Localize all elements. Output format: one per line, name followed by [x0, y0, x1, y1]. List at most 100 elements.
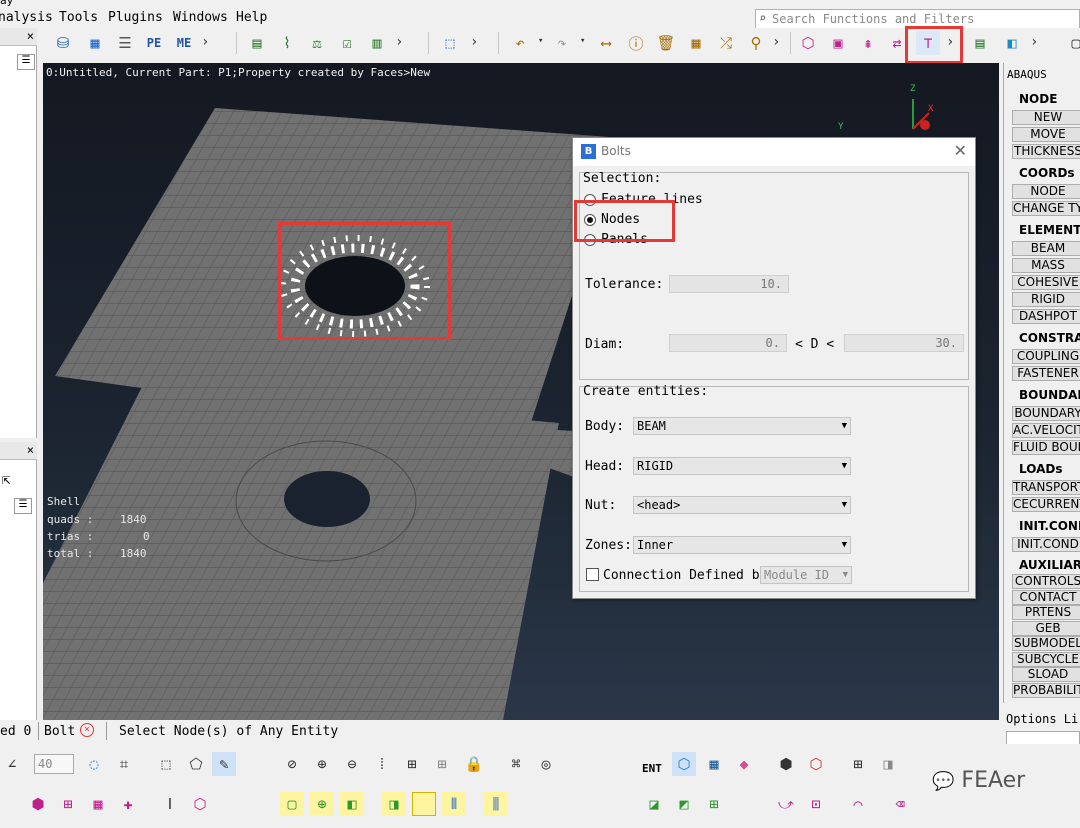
chevron-right-icon[interactable]: › [395, 34, 403, 50]
pink-curve-icon[interactable]: ⤻ [774, 792, 798, 816]
nut-select[interactable]: <head> ▼ [633, 496, 851, 514]
menu-help[interactable]: Help [236, 10, 267, 25]
menu-tools[interactable]: Tools [59, 10, 98, 25]
btn-subcycle[interactable]: SUBCYCLE [1012, 652, 1080, 667]
dialog-titlebar[interactable]: B Bolts ✕ [573, 138, 975, 166]
filter-icon[interactable]: ⁞ [370, 752, 394, 776]
btn-coords-change-type[interactable]: CHANGE TYPE [1012, 201, 1080, 216]
lock-icon[interactable]: 🔒 [462, 752, 486, 776]
hidden-line-icon[interactable]: ⬡ [804, 752, 828, 776]
btn-cecurrent[interactable]: CECURRENT [1012, 497, 1080, 512]
checklist-icon[interactable]: ☑ [335, 31, 359, 55]
diam-min-field[interactable]: 0. [669, 334, 787, 352]
yellow-bars-icon[interactable]: ⫼ [484, 792, 508, 816]
btn-coupling[interactable]: COUPLING [1012, 349, 1080, 364]
lasso-select-icon[interactable]: ⬠ [184, 752, 208, 776]
menu-plugins[interactable]: Plugins [108, 10, 163, 25]
close-icon[interactable]: × [27, 29, 34, 43]
btn-coords-node[interactable]: NODE [1012, 184, 1080, 199]
section-coords[interactable]: COORDs [1019, 166, 1075, 180]
chevron-right-icon[interactable]: › [201, 34, 209, 50]
section-constraints[interactable]: CONSTRAINTS [1019, 331, 1080, 345]
target-icon[interactable]: ◎ [534, 752, 558, 776]
list-icon[interactable]: ☰ [14, 498, 32, 514]
body-select[interactable]: BEAM ▼ [633, 417, 851, 435]
btn-boundary[interactable]: BOUNDARY [1012, 406, 1080, 421]
table-icon[interactable]: ▦ [684, 31, 708, 55]
pink-eraser-icon[interactable]: ⌫ [888, 792, 912, 816]
btn-beam[interactable]: BEAM [1012, 241, 1080, 256]
table-view-icon[interactable]: ⊞ [846, 752, 870, 776]
btn-dashpot[interactable]: DASHPOT [1012, 309, 1080, 324]
yellow-columns-icon[interactable]: ⫴ [442, 792, 466, 816]
frame-icon[interactable]: ▣ [826, 31, 850, 55]
chevron-right-icon[interactable]: › [772, 34, 780, 50]
undo-icon[interactable]: ↶ [508, 31, 532, 55]
cube-icon[interactable]: ⬡ [672, 752, 696, 776]
yellow-frame-icon[interactable]: ▢ [280, 792, 304, 816]
tolerance-field[interactable]: 10. [669, 275, 789, 293]
btn-ac-velocity[interactable]: AC.VELOCITY [1012, 423, 1080, 438]
plus-circle-icon[interactable]: ⊕ [310, 752, 334, 776]
pink-hexagon-icon[interactable]: ⬡ [188, 792, 212, 816]
btn-node-new[interactable]: NEW [1012, 110, 1080, 125]
menu-analysis[interactable]: nalysis [0, 10, 53, 25]
btn-submodel[interactable]: SUBMODEL [1012, 636, 1080, 651]
cursor-icon[interactable]: ⇱ [2, 472, 10, 488]
mesh-view-icon[interactable]: ▦ [702, 752, 726, 776]
btn-prtens[interactable]: PRTENS [1012, 605, 1080, 620]
btn-transport[interactable]: TRANSPORT [1012, 480, 1080, 495]
green-grid-icon[interactable]: ⊞ [702, 792, 726, 816]
btn-controls[interactable]: CONTROLS [1012, 574, 1080, 589]
solid-cube-icon[interactable]: ⬢ [26, 792, 50, 816]
ent-label[interactable]: ENT [642, 762, 662, 775]
list-icon[interactable]: ☰ [17, 54, 35, 70]
btn-node-move[interactable]: MOVE [1012, 127, 1080, 142]
yellow-cross-icon[interactable]: ⊕ [310, 792, 334, 816]
yellow-panel-icon[interactable]: ◧ [340, 792, 364, 816]
btn-rigid[interactable]: RIGID [1012, 292, 1080, 307]
close-icon[interactable]: × [27, 443, 34, 457]
redo-icon[interactable]: ↷ [550, 31, 574, 55]
pink-table-icon[interactable]: ▦ [86, 792, 110, 816]
transparency-icon[interactable]: ◨ [876, 752, 900, 776]
more-icon[interactable]: ▢ [1064, 31, 1080, 55]
info-icon[interactable]: ⓘ [624, 31, 648, 55]
connection-checkbox[interactable] [586, 568, 599, 581]
cross-select-icon[interactable]: ⌗ [112, 752, 136, 776]
hexagon-icon[interactable]: ⬡ [796, 31, 820, 55]
selection-circle-icon[interactable]: ◌ [82, 752, 106, 776]
chevron-down-icon[interactable]: ▾ [580, 36, 585, 46]
pick-tool-icon[interactable]: ✎ [212, 752, 236, 776]
head-select[interactable]: RIGID ▼ [633, 457, 851, 475]
chevron-right-icon[interactable]: › [1030, 34, 1038, 50]
wireframe-icon[interactable]: ⬢ [774, 752, 798, 776]
chevron-down-icon[interactable]: ▾ [538, 36, 543, 46]
btn-probability[interactable]: PROBABILITY [1012, 683, 1080, 698]
btn-mass[interactable]: MASS [1012, 258, 1080, 273]
section-node[interactable]: NODE [1019, 92, 1057, 106]
diam-max-field[interactable]: 30. [844, 334, 964, 352]
color-cube-icon[interactable]: ◆ [732, 752, 756, 776]
section-elements[interactable]: ELEMENTS [1019, 223, 1080, 237]
mesh-icon[interactable]: ▤ [245, 31, 269, 55]
yellow-blank-icon[interactable] [412, 792, 436, 816]
btn-fluid-boundary[interactable]: FLUID BOUNDARY [1012, 440, 1080, 455]
grid-disabled-icon[interactable]: ⊞ [430, 752, 454, 776]
yellow-split-icon[interactable]: ◨ [382, 792, 406, 816]
chevron-right-icon[interactable]: › [470, 34, 478, 50]
split-icon[interactable]: ⇞ [856, 31, 880, 55]
cancel-icon[interactable]: × [80, 723, 94, 737]
layers-icon[interactable]: ☰ [113, 31, 137, 55]
btn-node-thickness[interactable]: THICKNESS [1012, 144, 1080, 159]
pink-point-icon[interactable]: ⊡ [804, 792, 828, 816]
find-icon[interactable]: ⚲ [744, 31, 768, 55]
green-shade-icon[interactable]: ◩ [672, 792, 696, 816]
section-auxiliary[interactable]: AUXILIARY [1019, 558, 1080, 572]
menu-windows[interactable]: Windows [173, 10, 228, 25]
network-icon[interactable]: ⌘ [504, 752, 528, 776]
pink-add-icon[interactable]: ✚ [116, 792, 140, 816]
connection-select[interactable]: Module ID ▼ [760, 566, 852, 584]
zoom-select-icon[interactable]: ⬚ [438, 31, 462, 55]
database-icon[interactable]: ⛁ [51, 31, 75, 55]
